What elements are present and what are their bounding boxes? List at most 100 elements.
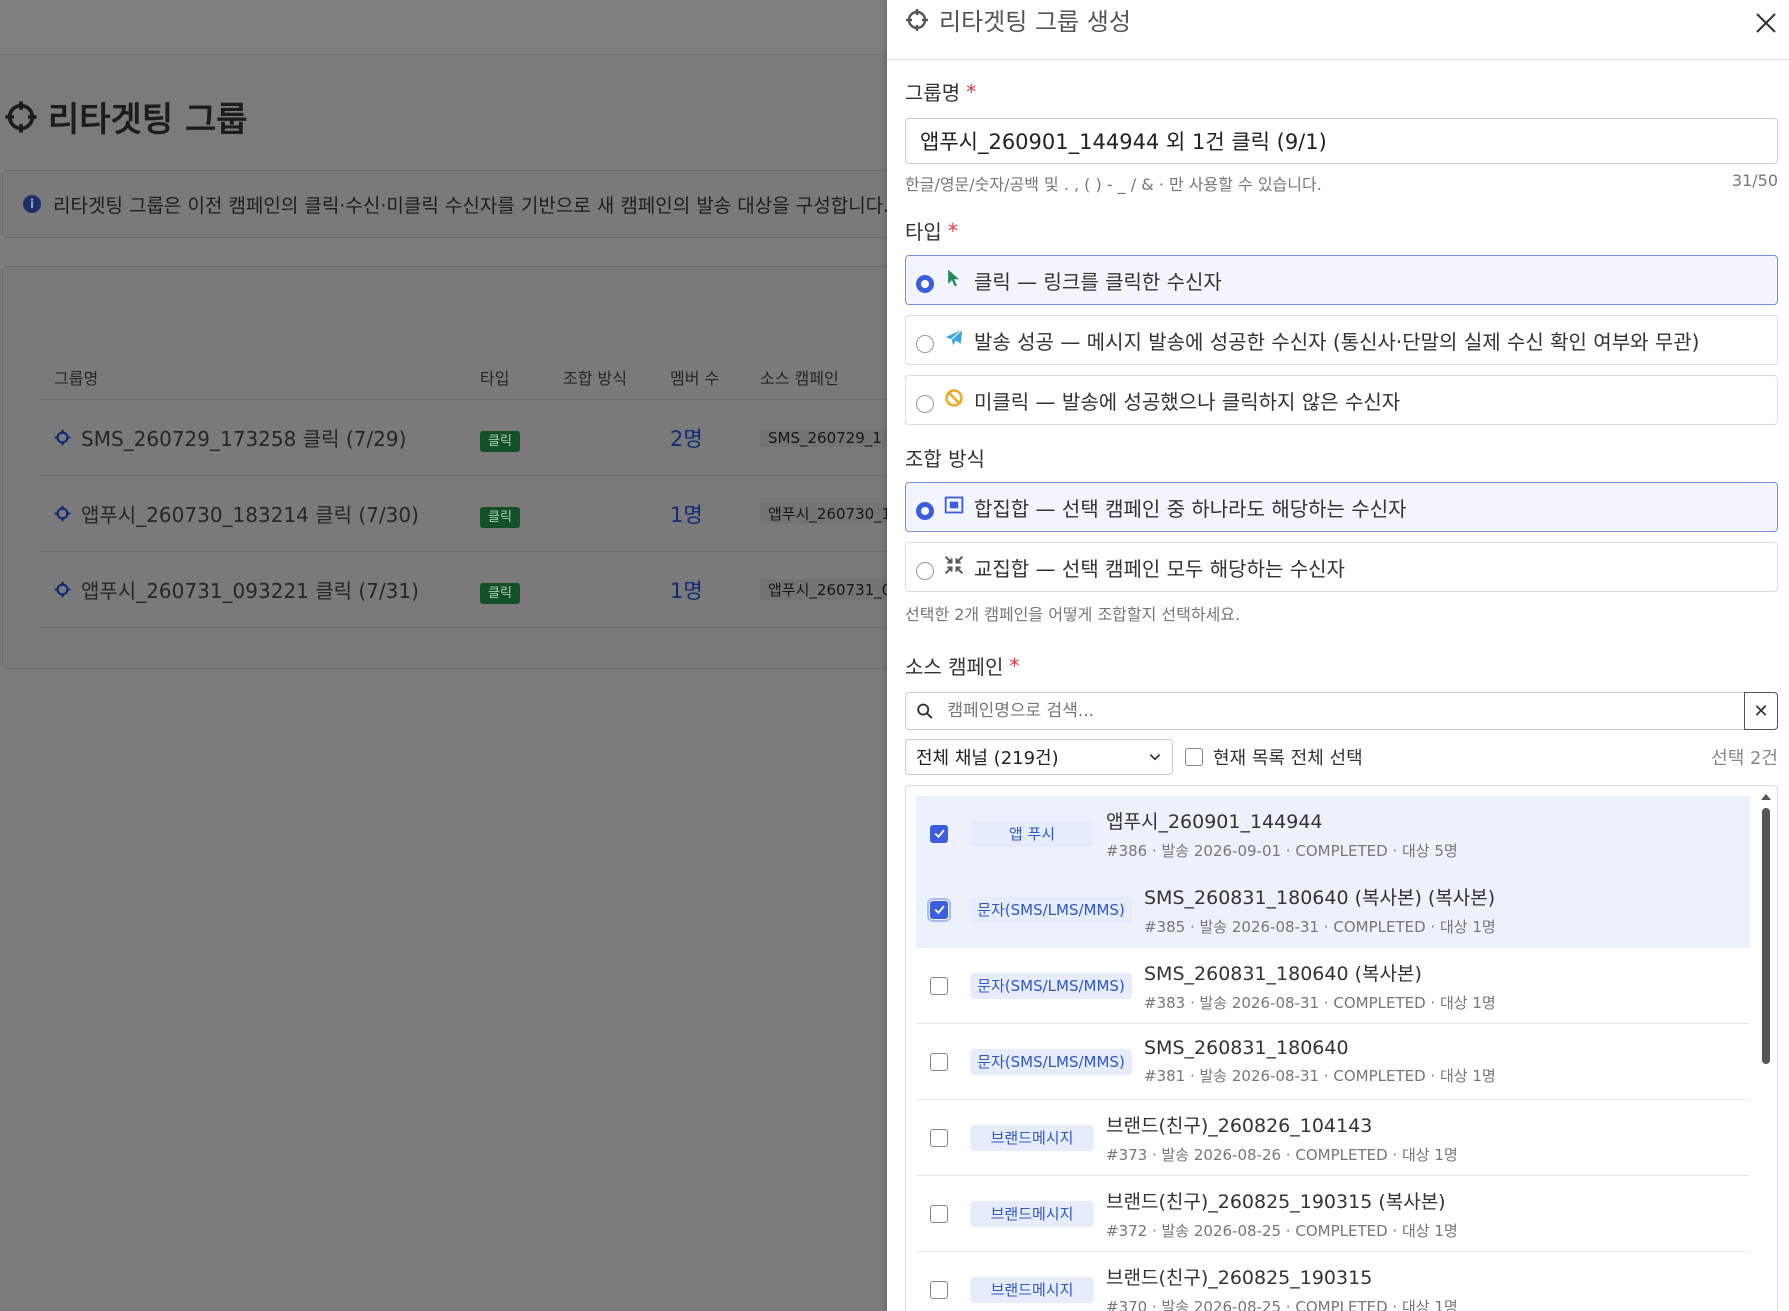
group-name-hint: 한글/영문/숫자/공백 및 . , ( ) - _ / & · 만 사용할 수 … — [905, 175, 1322, 194]
checkbox[interactable] — [930, 824, 948, 843]
type-badge: 클릭 — [480, 430, 520, 452]
crosshair-icon — [54, 581, 71, 598]
cursor-icon — [948, 269, 959, 287]
search-icon — [917, 703, 933, 719]
close-button[interactable] — [1751, 8, 1781, 38]
list-scrollbar[interactable] — [1761, 794, 1771, 1311]
radio-button[interactable] — [916, 562, 934, 580]
campaign-item[interactable]: 문자(SMS/LMS/MMS) SMS_260831_180640 (복사본) … — [916, 948, 1750, 1024]
table-row[interactable]: 앱푸시_260730_183214 클릭 (7/30) 클릭 1명 앱푸시_26… — [40, 476, 902, 552]
checkbox[interactable] — [1185, 748, 1203, 766]
campaign-meta: #386 · 발송 2026-09-01 · COMPLETED · 대상 5명 — [1106, 841, 1458, 860]
info-icon: i — [23, 195, 41, 213]
group-name[interactable]: SMS_260729_173258 클릭 (7/29) — [81, 423, 406, 452]
combine-option-label: 교집합 — 선택 캠페인 모두 해당하는 수신자 — [974, 556, 1345, 581]
type-option-label: 미클릭 — 발송에 성공했으나 클릭하지 않은 수신자 — [974, 389, 1401, 414]
member-count[interactable]: 1명 — [670, 499, 760, 529]
campaign-text: 브랜드(친구)_260825_190315 #370 · 발송 2026-08-… — [1106, 1263, 1458, 1311]
search-clear-button[interactable]: ✕ — [1744, 692, 1778, 730]
campaign-item[interactable]: 브랜드메시지 브랜드(친구)_260826_104143 #373 · 발송 2… — [916, 1100, 1750, 1176]
crosshair-icon — [54, 429, 71, 446]
combine-label-text: 조합 방식 — [905, 447, 985, 471]
radio-button[interactable] — [916, 502, 934, 520]
combine-option-label: 합집합 — 선택 캠페인 중 하나라도 해당하는 수신자 — [974, 496, 1407, 521]
checkbox[interactable] — [927, 897, 951, 922]
scroll-thumb[interactable] — [1762, 808, 1770, 1064]
campaign-list[interactable]: 앱 푸시 앱푸시_260901_144944 #386 · 발송 2026-09… — [905, 785, 1778, 1311]
type-label-text: 타입 — [905, 220, 942, 244]
column-header-type[interactable]: 타입 — [480, 365, 563, 389]
member-count[interactable]: 2명 — [670, 423, 760, 453]
select-all-checkbox[interactable]: 현재 목록 전체 선택 — [1185, 744, 1363, 770]
group-name-label-text: 그룹명 — [905, 81, 961, 105]
campaign-item[interactable]: 브랜드메시지 브랜드(친구)_260825_190315 #370 · 발송 2… — [916, 1252, 1750, 1311]
campaign-item[interactable]: 문자(SMS/LMS/MMS) SMS_260831_180640 (복사본) … — [916, 872, 1750, 948]
column-header-source[interactable]: 소스 캠페인 — [760, 365, 902, 389]
group-name-cell: 앱푸시_260730_183214 클릭 (7/30) — [40, 499, 480, 528]
type-option-no-click[interactable]: 미클릭 — 발송에 성공했으나 클릭하지 않은 수신자 — [905, 375, 1778, 425]
member-count[interactable]: 1명 — [670, 575, 760, 605]
campaign-item[interactable]: 브랜드메시지 브랜드(친구)_260825_190315 (복사본) #372 … — [916, 1176, 1750, 1252]
group-name[interactable]: 앱푸시_260730_183214 클릭 (7/30) — [81, 499, 419, 528]
group-table: 그룹명 타입 조합 방식 멤버 수 소스 캠페인 SMS_260729_1732… — [40, 355, 902, 628]
campaign-text: SMS_260831_180640 #381 · 발송 2026-08-31 ·… — [1144, 1037, 1496, 1086]
type-option-click[interactable]: 클릭 — 링크를 클릭한 수신자 — [905, 255, 1778, 305]
campaign-text: 브랜드(친구)_260825_190315 (복사본) #372 · 발송 20… — [1106, 1187, 1458, 1241]
column-header-members[interactable]: 멤버 수 — [670, 365, 760, 389]
type-option-label: 발송 성공 — 메시지 발송에 성공한 수신자 (통신사·단말의 실제 수신 확… — [974, 329, 1700, 354]
campaign-meta: #372 · 발송 2026-08-25 · COMPLETED · 대상 1명 — [1106, 1221, 1458, 1240]
combine-option-union[interactable]: 합집합 — 선택 캠페인 중 하나라도 해당하는 수신자 — [905, 482, 1778, 532]
channel-badge: 문자(SMS/LMS/MMS) — [970, 896, 1132, 923]
group-name[interactable]: 앱푸시_260731_093221 클릭 (7/31) — [81, 575, 419, 604]
drawer-title-text: 리타겟팅 그룹 생성 — [939, 8, 1131, 36]
campaign-name: 브랜드(친구)_260826_104143 — [1106, 1114, 1373, 1137]
campaign-list-inner: 앱 푸시 앱푸시_260901_144944 #386 · 발송 2026-09… — [916, 796, 1750, 1311]
group-name-cell: 앱푸시_260731_093221 클릭 (7/31) — [40, 575, 480, 604]
table-header: 그룹명 타입 조합 방식 멤버 수 소스 캠페인 — [40, 355, 902, 400]
table-row[interactable]: 앱푸시_260731_093221 클릭 (7/31) 클릭 1명 앱푸시_26… — [40, 552, 902, 628]
channel-filter-value: 전체 채널 (219건) — [916, 748, 1059, 769]
campaign-item[interactable]: 앱 푸시 앱푸시_260901_144944 #386 · 발송 2026-09… — [916, 796, 1750, 872]
type-option-label: 클릭 — 링크를 클릭한 수신자 — [974, 269, 1222, 294]
crosshair-icon — [906, 8, 928, 31]
table-row[interactable]: SMS_260729_173258 클릭 (7/29) 클릭 2명 SMS_26… — [40, 400, 902, 476]
scroll-up-arrow-icon[interactable] — [1761, 794, 1771, 800]
close-icon — [1756, 13, 1776, 33]
expand-icon — [944, 496, 964, 514]
channel-filter-select[interactable]: 전체 채널 (219건) — [905, 739, 1173, 775]
checkbox[interactable] — [930, 1280, 948, 1299]
drawer-header: 리타겟팅 그룹 생성 — [887, 0, 1789, 60]
source-cell: SMS_260729_1 — [760, 428, 902, 447]
source-campaign-tag: 앱푸시_260730_1 — [760, 503, 900, 524]
channel-badge: 브랜드메시지 — [970, 1276, 1094, 1303]
checkbox[interactable] — [930, 1128, 948, 1147]
channel-badge: 브랜드메시지 — [970, 1124, 1094, 1151]
compress-icon — [944, 555, 964, 575]
group-name-cell: SMS_260729_173258 클릭 (7/29) — [40, 423, 480, 452]
checkbox[interactable] — [930, 1052, 948, 1071]
required-mark: * — [1009, 653, 1020, 678]
campaign-item[interactable]: 문자(SMS/LMS/MMS) SMS_260831_180640 #381 ·… — [916, 1024, 1750, 1100]
campaign-search-row: ✕ — [905, 692, 1778, 730]
radio-button[interactable] — [916, 395, 934, 413]
check-icon — [934, 905, 945, 915]
check-icon — [934, 829, 945, 839]
column-header-combine[interactable]: 조합 방식 — [563, 365, 670, 389]
type-badge: 클릭 — [480, 582, 520, 604]
checkbox[interactable] — [930, 976, 948, 995]
info-notice: i 리타겟팅 그룹은 이전 캠페인의 클릭·수신·미클릭 수신자를 기반으로 새… — [2, 170, 902, 238]
column-header-name[interactable]: 그룹명 — [40, 365, 480, 389]
campaign-text: 브랜드(친구)_260826_104143 #373 · 발송 2026-08-… — [1106, 1111, 1458, 1165]
group-name-input[interactable] — [905, 118, 1778, 164]
campaign-search-input[interactable] — [947, 701, 1744, 721]
checkbox[interactable] — [930, 1204, 948, 1223]
radio-button[interactable] — [916, 335, 934, 353]
type-option-sent[interactable]: 발송 성공 — 메시지 발송에 성공한 수신자 (통신사·단말의 실제 수신 확… — [905, 315, 1778, 365]
radio-button[interactable] — [916, 275, 934, 293]
paper-plane-icon — [945, 329, 963, 346]
chevron-down-icon — [1149, 754, 1161, 761]
info-notice-text: 리타겟팅 그룹은 이전 캠페인의 클릭·수신·미클릭 수신자를 기반으로 새 캠… — [53, 194, 902, 217]
crosshair-icon — [54, 505, 71, 522]
combine-option-intersection[interactable]: 교집합 — 선택 캠페인 모두 해당하는 수신자 — [905, 542, 1778, 592]
campaign-text: 앱푸시_260901_144944 #386 · 발송 2026-09-01 ·… — [1106, 807, 1458, 861]
